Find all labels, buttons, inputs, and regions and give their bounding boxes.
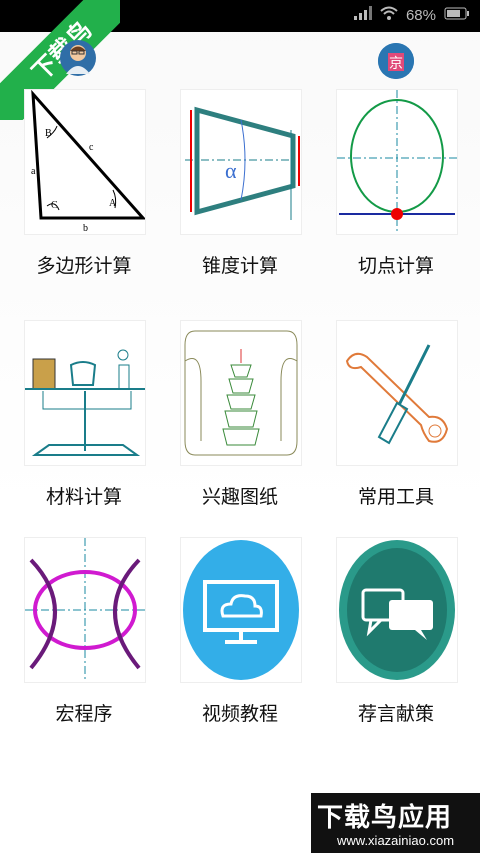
angle-A-label: A <box>109 198 117 209</box>
menu-item-macro[interactable]: 宏程序 <box>24 537 146 737</box>
menu-item-material[interactable]: 材料计算 <box>24 320 146 520</box>
wrench-screwdriver-icon <box>336 320 458 466</box>
menu-label: 荐言献策 <box>357 703 434 725</box>
alpha-label: α <box>225 158 237 183</box>
menu-item-tools[interactable]: 常用工具 <box>336 320 458 520</box>
triangle-diagram-icon: c a b B C A <box>24 89 147 235</box>
angle-B-label: B <box>45 128 52 139</box>
side-b-label: b <box>83 223 88 234</box>
svg-text:京: 京 <box>389 56 403 72</box>
balance-scale-icon <box>24 320 146 466</box>
app-logo-avatar[interactable]: 京 <box>378 43 414 79</box>
angle-C-label: C <box>51 200 58 211</box>
side-a-label: a <box>31 166 36 177</box>
battery-icon <box>444 7 470 24</box>
user-avatar[interactable] <box>60 40 96 76</box>
battery-percentage: 68% <box>405 6 436 24</box>
menu-item-video[interactable]: 视频教程 <box>180 537 302 737</box>
wifi-icon <box>380 6 398 24</box>
logo-icon: 京 <box>378 43 414 79</box>
menu-item-tangent[interactable]: 切点计算 <box>336 89 458 289</box>
side-c-label: c <box>89 142 94 153</box>
menu-item-drawings[interactable]: 兴趣图纸 <box>180 320 302 520</box>
person-icon <box>66 45 90 74</box>
tangent-point-diagram-icon <box>336 89 458 235</box>
menu-label: 切点计算 <box>357 255 434 277</box>
menu-label: 常用工具 <box>357 486 434 508</box>
menu-item-polygon[interactable]: c a b B C A 多边形计算 <box>24 89 147 289</box>
pagoda-scroll-icon <box>180 320 302 466</box>
chat-bubbles-icon <box>336 537 458 683</box>
footer-brand: 下载鸟应用 <box>317 803 453 833</box>
signal-icon <box>353 6 372 24</box>
macro-curves-icon <box>24 537 146 683</box>
menu-item-feedback[interactable]: 荐言献策 <box>336 537 458 737</box>
menu-item-taper[interactable]: α 锥度计算 <box>180 89 302 289</box>
footer-watermark: 下载鸟应用 www.xiazainiao.com <box>311 793 480 853</box>
taper-diagram-icon: α <box>180 89 302 235</box>
cloud-monitor-icon <box>180 537 302 683</box>
footer-url: www.xiazainiao.com <box>337 833 455 848</box>
